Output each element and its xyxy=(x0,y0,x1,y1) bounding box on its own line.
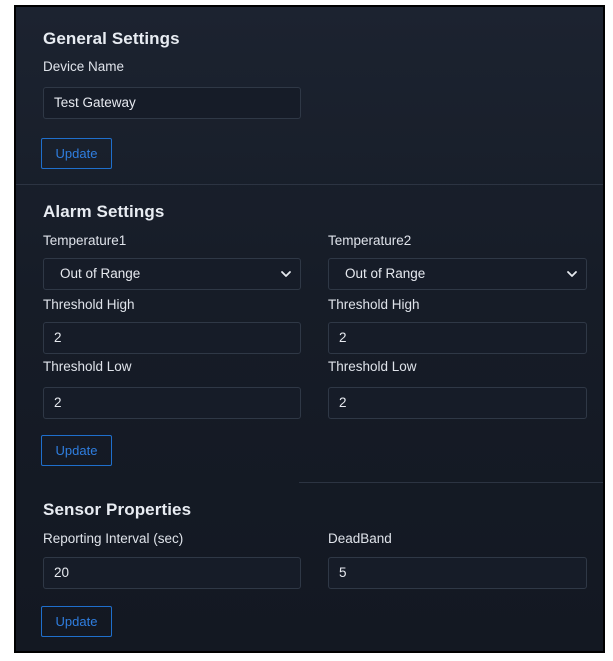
temperature1-mode-value: Out of Range xyxy=(60,266,141,281)
temperature2-threshold-high-input[interactable]: 2 xyxy=(328,322,587,354)
section-divider xyxy=(299,482,603,483)
chevron-down-icon xyxy=(567,271,577,277)
section-divider xyxy=(16,184,603,185)
sensor-update-button[interactable]: Update xyxy=(41,606,112,637)
temperature2-mode-value: Out of Range xyxy=(345,266,426,281)
temperature1-threshold-high-label: Threshold High xyxy=(43,297,135,312)
device-name-input[interactable]: Test Gateway xyxy=(43,87,301,119)
sensor-properties-title: Sensor Properties xyxy=(43,500,192,519)
reporting-interval-label: Reporting Interval (sec) xyxy=(43,531,184,546)
chevron-down-icon xyxy=(281,271,291,277)
temperature2-threshold-high-label: Threshold High xyxy=(328,297,420,312)
temperature1-threshold-low-label: Threshold Low xyxy=(43,359,132,374)
temperature2-label: Temperature2 xyxy=(328,233,412,248)
general-update-button[interactable]: Update xyxy=(41,138,112,169)
temperature1-label: Temperature1 xyxy=(43,233,127,248)
deadband-label: DeadBand xyxy=(328,531,392,546)
reporting-interval-input[interactable]: 20 xyxy=(43,557,301,589)
general-settings-title: General Settings xyxy=(43,29,180,48)
settings-panel: General Settings Device Name Test Gatewa… xyxy=(14,5,605,653)
temperature2-threshold-low-label: Threshold Low xyxy=(328,359,417,374)
alarm-update-button[interactable]: Update xyxy=(41,435,112,466)
deadband-input[interactable]: 5 xyxy=(328,557,587,589)
alarm-settings-title: Alarm Settings xyxy=(43,202,165,221)
temperature2-mode-select[interactable]: Out of Range xyxy=(328,258,587,290)
temperature1-mode-select[interactable]: Out of Range xyxy=(43,258,301,290)
temperature2-threshold-low-input[interactable]: 2 xyxy=(328,387,587,419)
temperature1-threshold-low-input[interactable]: 2 xyxy=(43,387,301,419)
temperature1-threshold-high-input[interactable]: 2 xyxy=(43,322,301,354)
device-name-label: Device Name xyxy=(43,59,125,74)
